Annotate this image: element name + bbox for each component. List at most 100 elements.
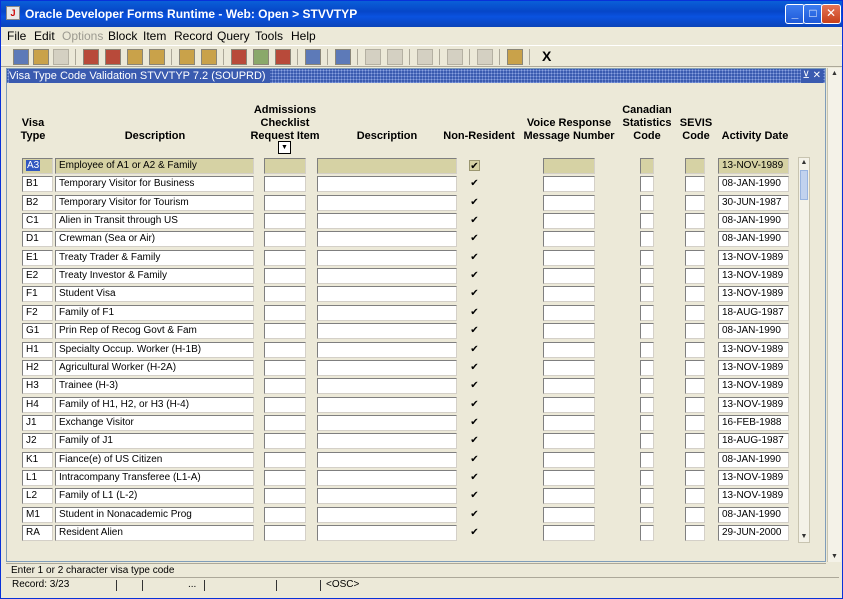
canadian-statistics-field[interactable] (640, 452, 654, 468)
visa-type-code-field[interactable]: E1 (22, 250, 53, 266)
admissions-checklist-field[interactable] (264, 525, 306, 541)
admissions-checklist-field[interactable] (264, 176, 306, 192)
checklist-description-field[interactable] (317, 305, 457, 321)
activity-date-field[interactable]: 13-NOV-1989 (718, 360, 789, 376)
non-resident-checkbox[interactable]: ✔ (469, 344, 480, 355)
checklist-description-field[interactable] (317, 488, 457, 504)
visa-type-code-field[interactable]: B1 (22, 176, 53, 192)
checklist-description-field[interactable] (317, 213, 457, 229)
canadian-statistics-field[interactable] (640, 342, 654, 358)
description-field[interactable]: Student Visa (55, 286, 254, 302)
visa-type-code-field[interactable]: H1 (22, 342, 53, 358)
paste-icon[interactable] (417, 49, 433, 65)
scroll-down-icon[interactable]: ▼ (799, 532, 809, 542)
admissions-checklist-field[interactable] (264, 268, 306, 284)
sevis-code-field[interactable] (685, 195, 705, 211)
non-resident-checkbox[interactable]: ✔ (469, 435, 480, 446)
canadian-statistics-field[interactable] (640, 195, 654, 211)
visa-type-code-field[interactable]: H4 (22, 397, 53, 413)
lock-record-icon[interactable] (305, 49, 321, 65)
sevis-code-field[interactable] (685, 305, 705, 321)
admissions-checklist-field[interactable] (264, 305, 306, 321)
duplicate-record-icon[interactable] (253, 49, 269, 65)
non-resident-checkbox[interactable]: ✔ (469, 233, 480, 244)
admissions-checklist-field[interactable] (264, 360, 306, 376)
visa-type-code-field[interactable]: H3 (22, 378, 53, 394)
checklist-description-field[interactable] (317, 195, 457, 211)
activity-date-field[interactable]: 08-JAN-1990 (718, 176, 789, 192)
admissions-checklist-field[interactable] (264, 397, 306, 413)
description-field[interactable]: Alien in Transit through US (55, 213, 254, 229)
admissions-checklist-field[interactable] (264, 231, 306, 247)
checklist-description-field[interactable] (317, 323, 457, 339)
checklist-description-field[interactable] (317, 525, 457, 541)
admissions-checklist-field[interactable] (264, 470, 306, 486)
menu-options[interactable]: Options (62, 29, 103, 43)
scroll-thumb[interactable] (800, 170, 808, 200)
sevis-code-field[interactable] (685, 507, 705, 523)
admissions-checklist-field[interactable] (264, 488, 306, 504)
voice-response-field[interactable] (543, 305, 595, 321)
search-icon[interactable] (447, 49, 463, 65)
admissions-checklist-field[interactable] (264, 286, 306, 302)
checklist-description-field[interactable] (317, 231, 457, 247)
non-resident-checkbox[interactable]: ✔ (469, 197, 480, 208)
visa-type-code-field[interactable]: K1 (22, 452, 53, 468)
admissions-checklist-field[interactable] (264, 507, 306, 523)
sevis-code-field[interactable] (685, 342, 705, 358)
visa-type-code-field[interactable]: M1 (22, 507, 53, 523)
canadian-statistics-field[interactable] (640, 268, 654, 284)
activity-date-field[interactable]: 29-JUN-2000 (718, 525, 789, 541)
canadian-statistics-field[interactable] (640, 488, 654, 504)
canadian-statistics-field[interactable] (640, 323, 654, 339)
description-field[interactable]: Student in Nonacademic Prog (55, 507, 254, 523)
canadian-statistics-field[interactable] (640, 213, 654, 229)
canadian-statistics-field[interactable] (640, 378, 654, 394)
sevis-code-field[interactable] (685, 158, 705, 174)
rollback-icon[interactable] (33, 49, 49, 65)
voice-response-field[interactable] (543, 488, 595, 504)
non-resident-checkbox[interactable]: ✔ (469, 288, 480, 299)
checklist-description-field[interactable] (317, 158, 457, 174)
canadian-statistics-field[interactable] (640, 433, 654, 449)
non-resident-checkbox[interactable]: ✔ (469, 270, 480, 281)
exit-icon[interactable]: X (542, 48, 551, 64)
activity-date-field[interactable]: 13-NOV-1989 (718, 470, 789, 486)
visa-type-code-field[interactable]: A3 (22, 158, 53, 174)
print-icon[interactable] (335, 49, 351, 65)
canadian-statistics-field[interactable] (640, 415, 654, 431)
admissions-checklist-field[interactable] (264, 250, 306, 266)
voice-response-field[interactable] (543, 231, 595, 247)
visa-type-code-field[interactable]: D1 (22, 231, 53, 247)
sevis-code-field[interactable] (685, 452, 705, 468)
activity-date-field[interactable]: 13-NOV-1989 (718, 250, 789, 266)
menu-edit[interactable]: Edit (34, 29, 55, 43)
non-resident-checkbox[interactable]: ✔ (469, 454, 480, 465)
checklist-description-field[interactable] (317, 360, 457, 376)
description-field[interactable]: Crewman (Sea or Air) (55, 231, 254, 247)
admissions-checklist-field[interactable] (264, 378, 306, 394)
sevis-code-field[interactable] (685, 488, 705, 504)
non-resident-checkbox[interactable]: ✔ (469, 417, 480, 428)
non-resident-checkbox[interactable]: ✔ (469, 509, 480, 520)
activity-date-field[interactable]: 13-NOV-1989 (718, 342, 789, 358)
sevis-code-field[interactable] (685, 397, 705, 413)
sevis-code-field[interactable] (685, 360, 705, 376)
menu-record[interactable]: Record (174, 29, 213, 43)
canadian-statistics-field[interactable] (640, 231, 654, 247)
cut-icon[interactable] (365, 49, 381, 65)
checklist-description-field[interactable] (317, 452, 457, 468)
copy-icon[interactable] (387, 49, 403, 65)
admissions-checklist-field[interactable] (264, 433, 306, 449)
sevis-code-field[interactable] (685, 378, 705, 394)
sevis-code-field[interactable] (685, 231, 705, 247)
non-resident-checkbox[interactable]: ✔ (469, 490, 480, 501)
voice-response-field[interactable] (543, 397, 595, 413)
voice-response-field[interactable] (543, 525, 595, 541)
activity-date-field[interactable]: 08-JAN-1990 (718, 452, 789, 468)
activity-date-field[interactable]: 13-NOV-1989 (718, 488, 789, 504)
description-field[interactable]: Family of J1 (55, 433, 254, 449)
voice-response-field[interactable] (543, 470, 595, 486)
description-field[interactable]: Exchange Visitor (55, 415, 254, 431)
non-resident-checkbox[interactable]: ✔ (469, 252, 480, 263)
